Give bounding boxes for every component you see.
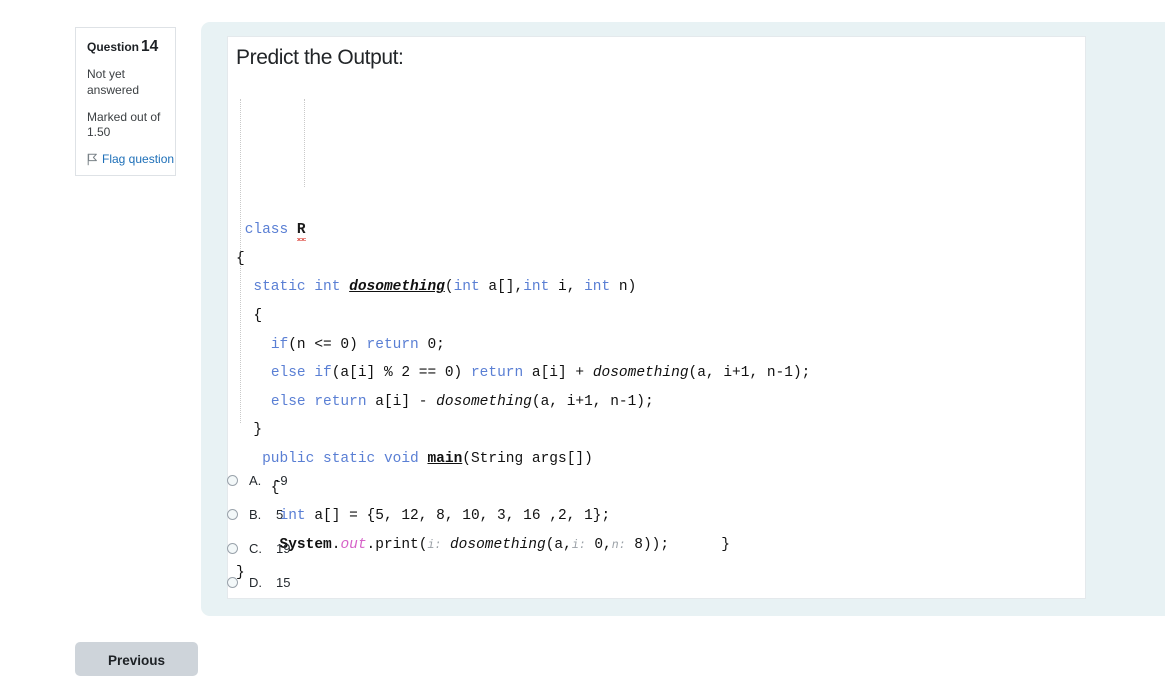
flag-question-link[interactable]: Flag question: [87, 152, 174, 166]
answer-letter: C.: [249, 540, 262, 556]
answer-value: 5: [276, 506, 284, 522]
code-line: else if(a[i] % 2 == 0) return a[i] + dos…: [236, 359, 1075, 388]
answer-radio[interactable]: [227, 508, 238, 520]
answer-option-d[interactable]: D. 15: [227, 565, 727, 599]
code-token: i,: [549, 279, 585, 296]
code-token: (a, i+1, n-1);: [531, 393, 654, 410]
question-number-row: Question 14: [87, 38, 164, 56]
answer-letter: A.: [249, 472, 262, 488]
question-number-value: 14: [141, 38, 159, 55]
code-token: a[i] +: [523, 365, 593, 382]
code-token: {: [236, 250, 245, 267]
code-token: (: [444, 279, 454, 296]
question-number-label: Question: [87, 40, 140, 54]
code-token: (n <= 0): [288, 336, 367, 353]
answer-radio[interactable]: [227, 542, 238, 554]
code-token: return: [366, 336, 419, 353]
code-token: (a, i+1, n-1);: [688, 365, 811, 382]
code-token: n): [610, 279, 637, 296]
flag-question-label: Flag question: [102, 152, 175, 167]
code-token: return: [470, 365, 524, 382]
code-line: if(n <= 0) return 0;: [236, 331, 1075, 360]
code-line: static int dosomething(int a[],int i, in…: [236, 273, 1075, 302]
code-token: static: [253, 279, 306, 296]
answer-value: 19: [276, 540, 291, 556]
code-token: else: [270, 365, 306, 382]
code-line: }: [236, 416, 1075, 445]
question-info-box: Question 14 Not yet answered Marked out o…: [75, 27, 176, 177]
code-token: a[i] -: [366, 393, 437, 410]
code-token: {: [236, 308, 263, 324]
code-token: int: [314, 279, 341, 296]
answer-option-a[interactable]: A. -9: [227, 463, 727, 497]
answer-value: 15: [276, 574, 291, 590]
code-token: return: [314, 393, 367, 410]
flag-outline-icon: [87, 153, 98, 166]
code-token: int: [523, 279, 550, 296]
code-line: {: [236, 245, 1075, 274]
answer-letter: B.: [249, 506, 262, 522]
answer-option-c[interactable]: C. 19: [227, 531, 727, 565]
code-token: if: [270, 336, 289, 353]
code-token: int: [584, 279, 611, 296]
code-line: {: [236, 302, 1075, 331]
answer-letter: D.: [249, 574, 262, 590]
code-token: }: [236, 422, 263, 439]
code-line: class R: [236, 216, 1075, 245]
code-token: R: [296, 222, 306, 239]
answer-value: -9: [276, 472, 288, 488]
code-token: (a[i] % 2 == 0): [331, 365, 471, 382]
answer-radio[interactable]: [227, 474, 238, 486]
code-token: 0;: [418, 336, 445, 353]
code-token: dosomething: [592, 365, 689, 382]
indent-guide: [304, 99, 305, 188]
code-token: a[],: [479, 279, 524, 296]
code-token: else: [270, 393, 306, 410]
code-line: else return a[i] - dosomething(a, i+1, n…: [236, 388, 1075, 417]
code-token: int: [453, 279, 480, 296]
question-grade-text: Marked out of 1.50: [87, 109, 161, 140]
question-state-text: Not yet answered: [87, 67, 140, 97]
previous-page-button[interactable]: Previous: [75, 642, 198, 676]
code-token: dosomething: [436, 393, 532, 410]
answer-option-b[interactable]: B. 5: [227, 497, 727, 531]
question-panel: Predict the Output: class R { static int …: [201, 22, 1165, 616]
answer-radio[interactable]: [227, 576, 238, 588]
code-token: class: [244, 222, 289, 239]
previous-page-label: Previous: [107, 653, 166, 669]
code-token: if: [314, 365, 332, 382]
answer-options-group: A. -9 B. 5 C. 19 D. 15: [227, 463, 727, 599]
page-title: Predict the Output:: [236, 46, 404, 69]
code-token: dosomething: [349, 279, 445, 296]
